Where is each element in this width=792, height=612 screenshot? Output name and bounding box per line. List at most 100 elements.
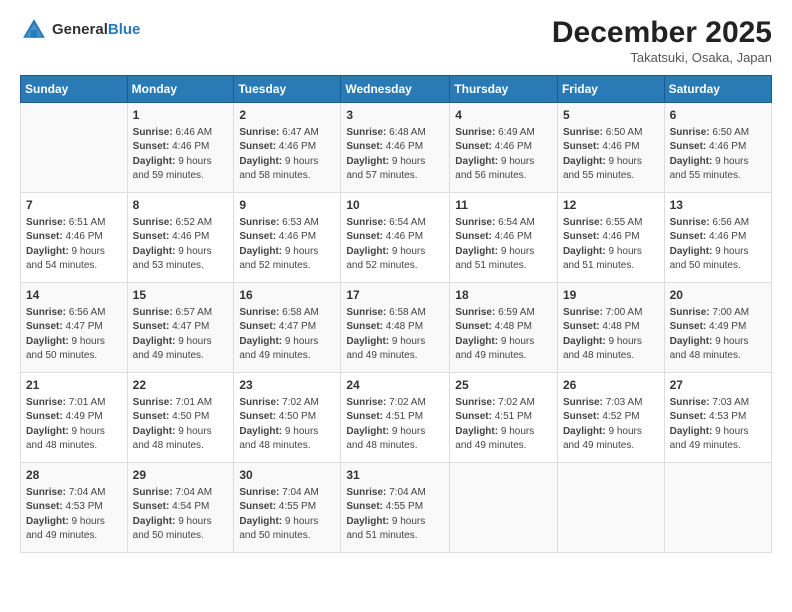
day-info: Sunrise: 6:54 AMSunset: 4:46 PMDaylight:… xyxy=(455,216,552,274)
day-info: Sunrise: 6:58 AMSunset: 4:48 PMDaylight:… xyxy=(346,306,444,364)
calendar-cell: 11 Sunrise: 6:54 AMSunset: 4:46 PMDayligh… xyxy=(450,193,558,283)
day-number: 21 xyxy=(26,377,122,394)
day-number: 24 xyxy=(346,377,444,394)
day-info: Sunrise: 7:00 AMSunset: 4:49 PMDaylight:… xyxy=(670,306,766,364)
day-number: 10 xyxy=(346,197,444,214)
calendar-cell: 12Sunrise: 6:55 AMSunset: 4:46 PMDayligh… xyxy=(557,193,664,283)
calendar-week-5: 28 Sunrise: 7:04 AMSunset: 4:53 PMDayligh… xyxy=(21,463,772,553)
calendar-cell: 8 Sunrise: 6:52 AMSunset: 4:46 PMDaylight… xyxy=(127,193,234,283)
day-number: 7 xyxy=(26,197,122,214)
day-info: Sunrise: 6:52 AMSunset: 4:46 PMDaylight:… xyxy=(133,216,229,274)
calendar-week-2: 7 Sunrise: 6:51 AMSunset: 4:46 PMDaylight… xyxy=(21,193,772,283)
day-number: 20 xyxy=(670,287,766,304)
calendar-cell: 31 Sunrise: 7:04 AMSunset: 4:55 PMDayligh… xyxy=(341,463,450,553)
calendar-cell: 29 Sunrise: 7:04 AMSunset: 4:54 PMDayligh… xyxy=(127,463,234,553)
day-info: Sunrise: 6:57 AMSunset: 4:47 PMDaylight:… xyxy=(133,306,229,364)
title-block: December 2025 Takatsuki, Osaka, Japan xyxy=(552,16,772,65)
day-number: 18 xyxy=(455,287,552,304)
day-number: 1 xyxy=(133,107,229,124)
day-info: Sunrise: 6:49 AMSunset: 4:46 PMDaylight:… xyxy=(455,126,552,184)
calendar-cell xyxy=(450,463,558,553)
calendar-cell: 2Sunrise: 6:47 AMSunset: 4:46 PMDaylight… xyxy=(234,103,341,193)
day-info: Sunrise: 7:04 AMSunset: 4:54 PMDaylight:… xyxy=(133,486,229,544)
calendar-cell: 4Sunrise: 6:49 AMSunset: 4:46 PMDaylight… xyxy=(450,103,558,193)
day-number: 14 xyxy=(26,287,122,304)
day-info: Sunrise: 6:50 AMSunset: 4:46 PMDaylight:… xyxy=(563,126,659,184)
day-info: Sunrise: 7:04 AMSunset: 4:55 PMDaylight:… xyxy=(239,486,335,544)
calendar-week-1: 1 Sunrise: 6:46 AMSunset: 4:46 PMDaylight… xyxy=(21,103,772,193)
calendar-week-3: 14 Sunrise: 6:56 AMSunset: 4:47 PMDayligh… xyxy=(21,283,772,373)
calendar-cell: 28 Sunrise: 7:04 AMSunset: 4:53 PMDayligh… xyxy=(21,463,128,553)
calendar-cell xyxy=(664,463,771,553)
day-number: 25 xyxy=(455,377,552,394)
location: Takatsuki, Osaka, Japan xyxy=(552,50,772,65)
calendar-cell: 25 Sunrise: 7:02 AMSunset: 4:51 PMDayligh… xyxy=(450,373,558,463)
calendar-cell: 23 Sunrise: 7:02 AMSunset: 4:50 PMDayligh… xyxy=(234,373,341,463)
weekday-friday: Friday xyxy=(557,76,664,103)
day-info: Sunrise: 6:46 AMSunset: 4:46 PMDaylight:… xyxy=(133,126,229,184)
day-info: Sunrise: 6:58 AMSunset: 4:47 PMDaylight:… xyxy=(239,306,335,364)
day-number: 26 xyxy=(563,377,659,394)
day-info: Sunrise: 7:04 AMSunset: 4:53 PMDaylight:… xyxy=(26,486,122,544)
calendar-cell: 14 Sunrise: 6:56 AMSunset: 4:47 PMDayligh… xyxy=(21,283,128,373)
day-number: 27 xyxy=(670,377,766,394)
calendar-cell: 5 Sunrise: 6:50 AMSunset: 4:46 PMDaylight… xyxy=(557,103,664,193)
calendar-cell xyxy=(557,463,664,553)
calendar-cell: 20 Sunrise: 7:00 AMSunset: 4:49 PMDayligh… xyxy=(664,283,771,373)
day-number: 15 xyxy=(133,287,229,304)
calendar-cell: 18 Sunrise: 6:59 AMSunset: 4:48 PMDayligh… xyxy=(450,283,558,373)
day-info: Sunrise: 7:00 AMSunset: 4:48 PMDaylight:… xyxy=(563,306,659,364)
logo-icon xyxy=(20,16,48,44)
day-number: 28 xyxy=(26,467,122,484)
day-info: Sunrise: 6:53 AMSunset: 4:46 PMDaylight:… xyxy=(239,216,335,274)
logo-text: GeneralBlue xyxy=(52,21,140,39)
calendar-cell: 26Sunrise: 7:03 AMSunset: 4:52 PMDayligh… xyxy=(557,373,664,463)
day-info: Sunrise: 7:03 AMSunset: 4:53 PMDaylight:… xyxy=(670,396,766,454)
day-info: Sunrise: 6:50 AMSunset: 4:46 PMDaylight:… xyxy=(670,126,766,184)
weekday-tuesday: Tuesday xyxy=(234,76,341,103)
day-number: 17 xyxy=(346,287,444,304)
day-number: 19 xyxy=(563,287,659,304)
calendar-cell: 16 Sunrise: 6:58 AMSunset: 4:47 PMDayligh… xyxy=(234,283,341,373)
day-info: Sunrise: 6:56 AMSunset: 4:46 PMDaylight:… xyxy=(670,216,766,274)
calendar-cell: 21Sunrise: 7:01 AMSunset: 4:49 PMDayligh… xyxy=(21,373,128,463)
day-info: Sunrise: 7:02 AMSunset: 4:51 PMDaylight:… xyxy=(346,396,444,454)
day-number: 12 xyxy=(563,197,659,214)
day-number: 11 xyxy=(455,197,552,214)
calendar-cell: 30 Sunrise: 7:04 AMSunset: 4:55 PMDayligh… xyxy=(234,463,341,553)
calendar-cell: 10 Sunrise: 6:54 AMSunset: 4:46 PMDayligh… xyxy=(341,193,450,283)
weekday-header-row: SundayMondayTuesdayWednesdayThursdayFrid… xyxy=(21,76,772,103)
calendar-cell: 19 Sunrise: 7:00 AMSunset: 4:48 PMDayligh… xyxy=(557,283,664,373)
day-number: 8 xyxy=(133,197,229,214)
calendar-cell: 17 Sunrise: 6:58 AMSunset: 4:48 PMDayligh… xyxy=(341,283,450,373)
day-info: Sunrise: 6:48 AMSunset: 4:46 PMDaylight:… xyxy=(346,126,444,184)
day-info: Sunrise: 6:51 AMSunset: 4:46 PMDaylight:… xyxy=(26,216,122,274)
day-info: Sunrise: 7:04 AMSunset: 4:55 PMDaylight:… xyxy=(346,486,444,544)
calendar-cell xyxy=(21,103,128,193)
day-number: 23 xyxy=(239,377,335,394)
weekday-thursday: Thursday xyxy=(450,76,558,103)
day-info: Sunrise: 6:54 AMSunset: 4:46 PMDaylight:… xyxy=(346,216,444,274)
day-info: Sunrise: 7:01 AMSunset: 4:50 PMDaylight:… xyxy=(133,396,229,454)
calendar-week-4: 21Sunrise: 7:01 AMSunset: 4:49 PMDayligh… xyxy=(21,373,772,463)
day-number: 29 xyxy=(133,467,229,484)
day-number: 2 xyxy=(239,107,335,124)
day-info: Sunrise: 6:56 AMSunset: 4:47 PMDaylight:… xyxy=(26,306,122,364)
weekday-monday: Monday xyxy=(127,76,234,103)
day-number: 5 xyxy=(563,107,659,124)
calendar-cell: 27 Sunrise: 7:03 AMSunset: 4:53 PMDayligh… xyxy=(664,373,771,463)
day-number: 31 xyxy=(346,467,444,484)
day-number: 16 xyxy=(239,287,335,304)
page: GeneralBlue December 2025 Takatsuki, Osa… xyxy=(0,0,792,612)
logo: GeneralBlue xyxy=(20,16,140,44)
weekday-wednesday: Wednesday xyxy=(341,76,450,103)
day-info: Sunrise: 7:02 AMSunset: 4:51 PMDaylight:… xyxy=(455,396,552,454)
day-info: Sunrise: 6:59 AMSunset: 4:48 PMDaylight:… xyxy=(455,306,552,364)
calendar-cell: 22 Sunrise: 7:01 AMSunset: 4:50 PMDayligh… xyxy=(127,373,234,463)
day-info: Sunrise: 7:02 AMSunset: 4:50 PMDaylight:… xyxy=(239,396,335,454)
calendar-cell: 1 Sunrise: 6:46 AMSunset: 4:46 PMDaylight… xyxy=(127,103,234,193)
day-number: 22 xyxy=(133,377,229,394)
calendar-cell: 13Sunrise: 6:56 AMSunset: 4:46 PMDayligh… xyxy=(664,193,771,283)
day-number: 30 xyxy=(239,467,335,484)
day-number: 9 xyxy=(239,197,335,214)
